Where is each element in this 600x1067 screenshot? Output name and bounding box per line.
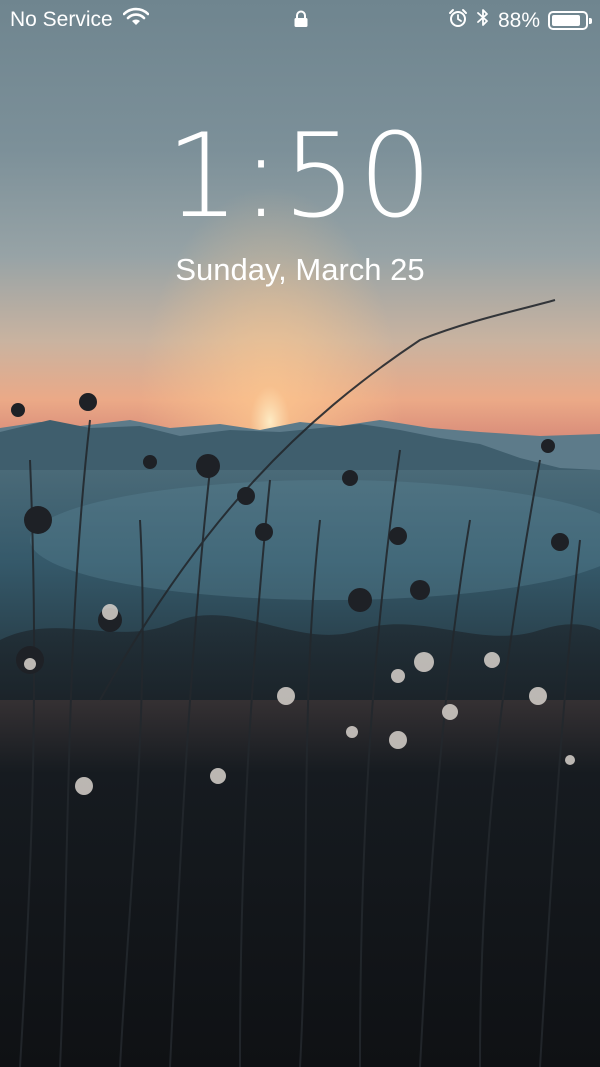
wifi-icon [122,7,150,33]
status-center [293,10,309,34]
battery-fill [552,15,580,26]
alarm-clock-icon [448,8,468,34]
lock-screen-time: 1:50 [165,109,435,244]
bluetooth-icon [476,7,490,34]
lock-screen: No Service 88% 1:50 Sunday, March 25 [0,0,600,1067]
battery-percent: 88% [497,8,540,32]
status-bar: No Service 88% [0,0,600,40]
battery-nub [589,18,592,24]
carrier-label: No Service [10,8,113,31]
status-left: No Service [10,7,150,33]
lock-screen-date: Sunday, March 25 [175,252,425,287]
status-right: 88% [448,7,592,34]
lock-icon [293,10,309,33]
battery-icon [548,11,592,30]
